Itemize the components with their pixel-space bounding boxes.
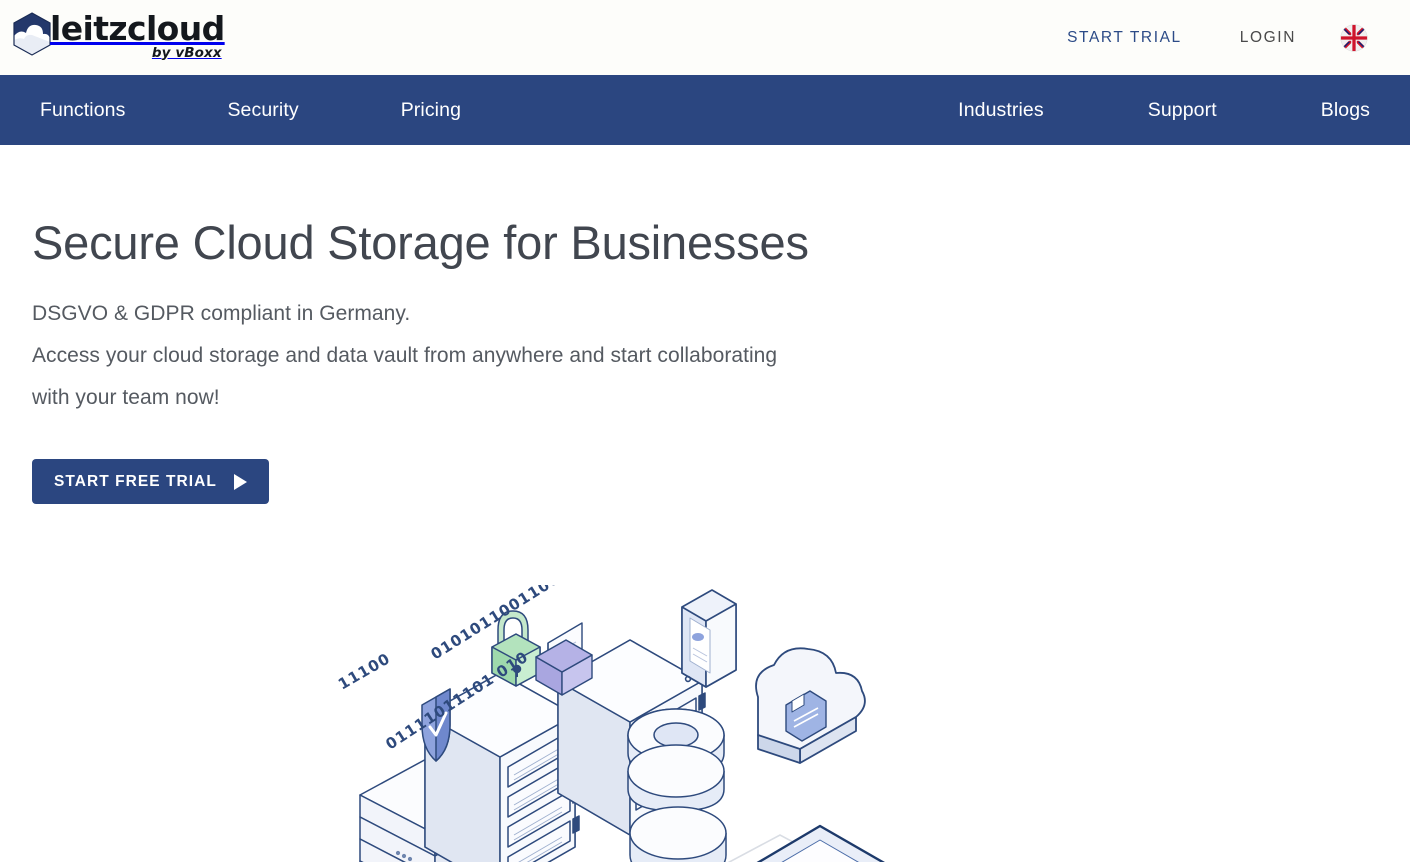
- start-trial-link[interactable]: START TRIAL: [1067, 23, 1182, 53]
- server-rack-tall-2: [557, 639, 706, 836]
- start-free-trial-button[interactable]: START FREE TRIAL: [32, 459, 269, 504]
- nav-group-left: Functions Security Pricing: [40, 89, 461, 132]
- binary-label-2: 01111011101 010: [382, 648, 531, 754]
- binary-label-1: 11100: [335, 649, 394, 693]
- login-link[interactable]: LOGIN: [1240, 23, 1296, 53]
- smartphone-icon: [681, 589, 737, 688]
- play-arrow-icon: [233, 473, 247, 490]
- nav-item-support[interactable]: Support: [1148, 89, 1217, 132]
- nav-item-pricing[interactable]: Pricing: [401, 89, 461, 132]
- padlock-icon: [491, 610, 541, 687]
- laptop-screen-panel: [830, 717, 990, 862]
- isometric-cloud-infrastructure-illustration: 11100 01111011101 010 010101100110001: [330, 585, 1030, 862]
- binary-label-3: 010101100110001: [428, 585, 583, 663]
- header-actions: START TRIAL LOGIN: [1067, 23, 1368, 53]
- database-cylinder: [627, 708, 725, 812]
- logo-wordmark: leitzcloud: [50, 8, 225, 48]
- shield-check-icon: [421, 688, 451, 762]
- laptop-icon: [756, 824, 885, 862]
- cta-label: START FREE TRIAL: [54, 472, 217, 490]
- iso-grid: [479, 834, 833, 862]
- cloud-save-icon: [755, 647, 866, 764]
- nav-item-industries[interactable]: Industries: [958, 89, 1044, 132]
- hero-description: DSGVO & GDPR compliant in Germany. Acces…: [32, 293, 932, 419]
- server-rack-tall: [424, 672, 580, 862]
- server-rack-stack: [359, 756, 506, 862]
- hero-paragraph-1: DSGVO & GDPR compliant in Germany.: [32, 302, 411, 325]
- hero-section: Secure Cloud Storage for Businesses DSGV…: [0, 145, 1410, 862]
- main-navigation: Functions Security Pricing Industries Su…: [0, 75, 1410, 145]
- hero-paragraph-2: Access your cloud storage and data vault…: [32, 344, 778, 367]
- logo-tagline: by vBoxx: [151, 44, 222, 61]
- nav-item-functions[interactable]: Functions: [40, 89, 125, 132]
- nav-item-blogs[interactable]: Blogs: [1321, 89, 1370, 132]
- nav-item-security[interactable]: Security: [227, 89, 298, 132]
- top-header: leitzcloud by vBoxx START TRIAL LOGIN: [0, 0, 1410, 75]
- page-title: Secure Cloud Storage for Businesses: [32, 216, 809, 269]
- hero-paragraph-3: with your team now!: [32, 386, 220, 409]
- hexagon-cloud-logo-icon: [12, 11, 52, 56]
- logo[interactable]: leitzcloud by vBoxx: [12, 10, 225, 66]
- folder-document-icon: [535, 622, 593, 696]
- nav-group-right: Industries Support Blogs: [958, 89, 1370, 132]
- database-cylinder-2: [629, 806, 727, 862]
- uk-flag-icon[interactable]: [1340, 23, 1368, 52]
